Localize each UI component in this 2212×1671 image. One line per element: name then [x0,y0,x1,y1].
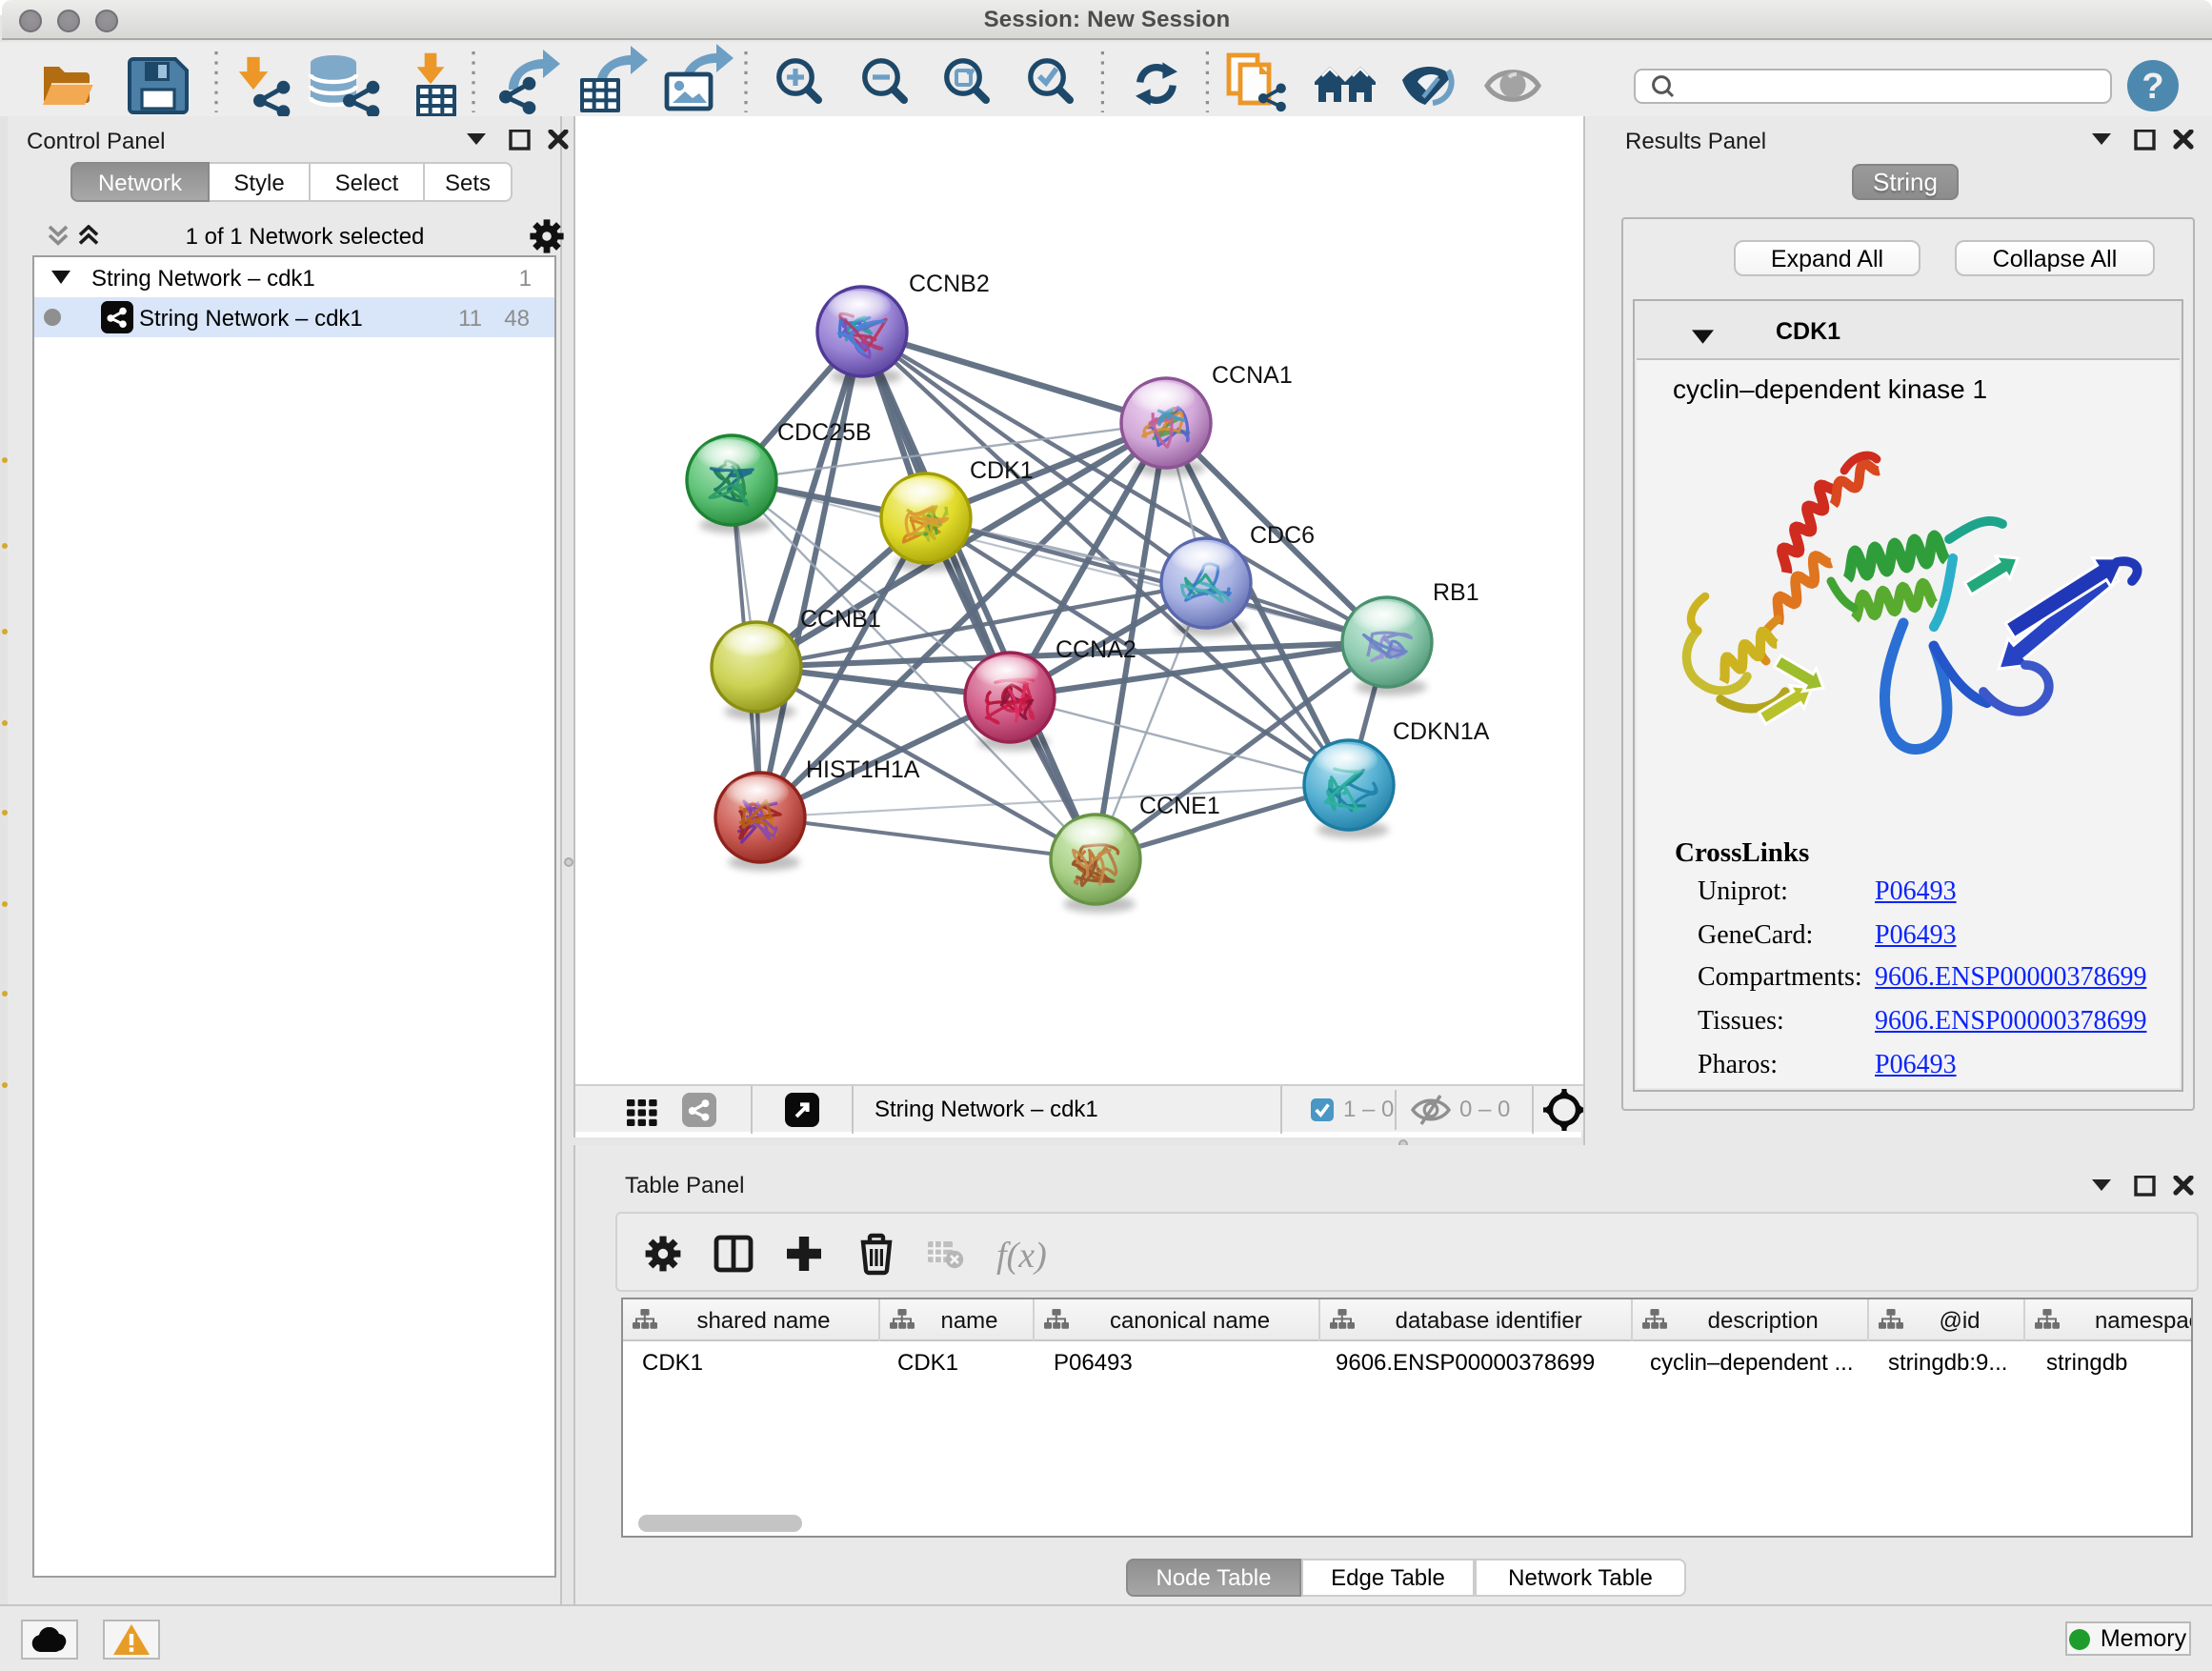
svg-text:CCNE1: CCNE1 [1139,793,1220,819]
svg-text:HIST1H1A: HIST1H1A [806,756,920,783]
svg-text:CDC25B: CDC25B [777,419,872,446]
svg-text:CDKN1A: CDKN1A [1393,718,1490,745]
svg-text:CCNB2: CCNB2 [909,271,990,297]
svg-text:f(x): f(x) [996,1236,1047,1276]
svg-text:CCNA2: CCNA2 [1056,636,1136,663]
svg-text:?: ? [2142,67,2163,107]
svg-text:CDC6: CDC6 [1250,522,1315,549]
svg-text:RB1: RB1 [1433,579,1479,606]
svg-text:CDK1: CDK1 [970,457,1034,484]
svg-text:CCNB1: CCNB1 [800,606,881,633]
svg-text:CCNA1: CCNA1 [1212,362,1293,389]
